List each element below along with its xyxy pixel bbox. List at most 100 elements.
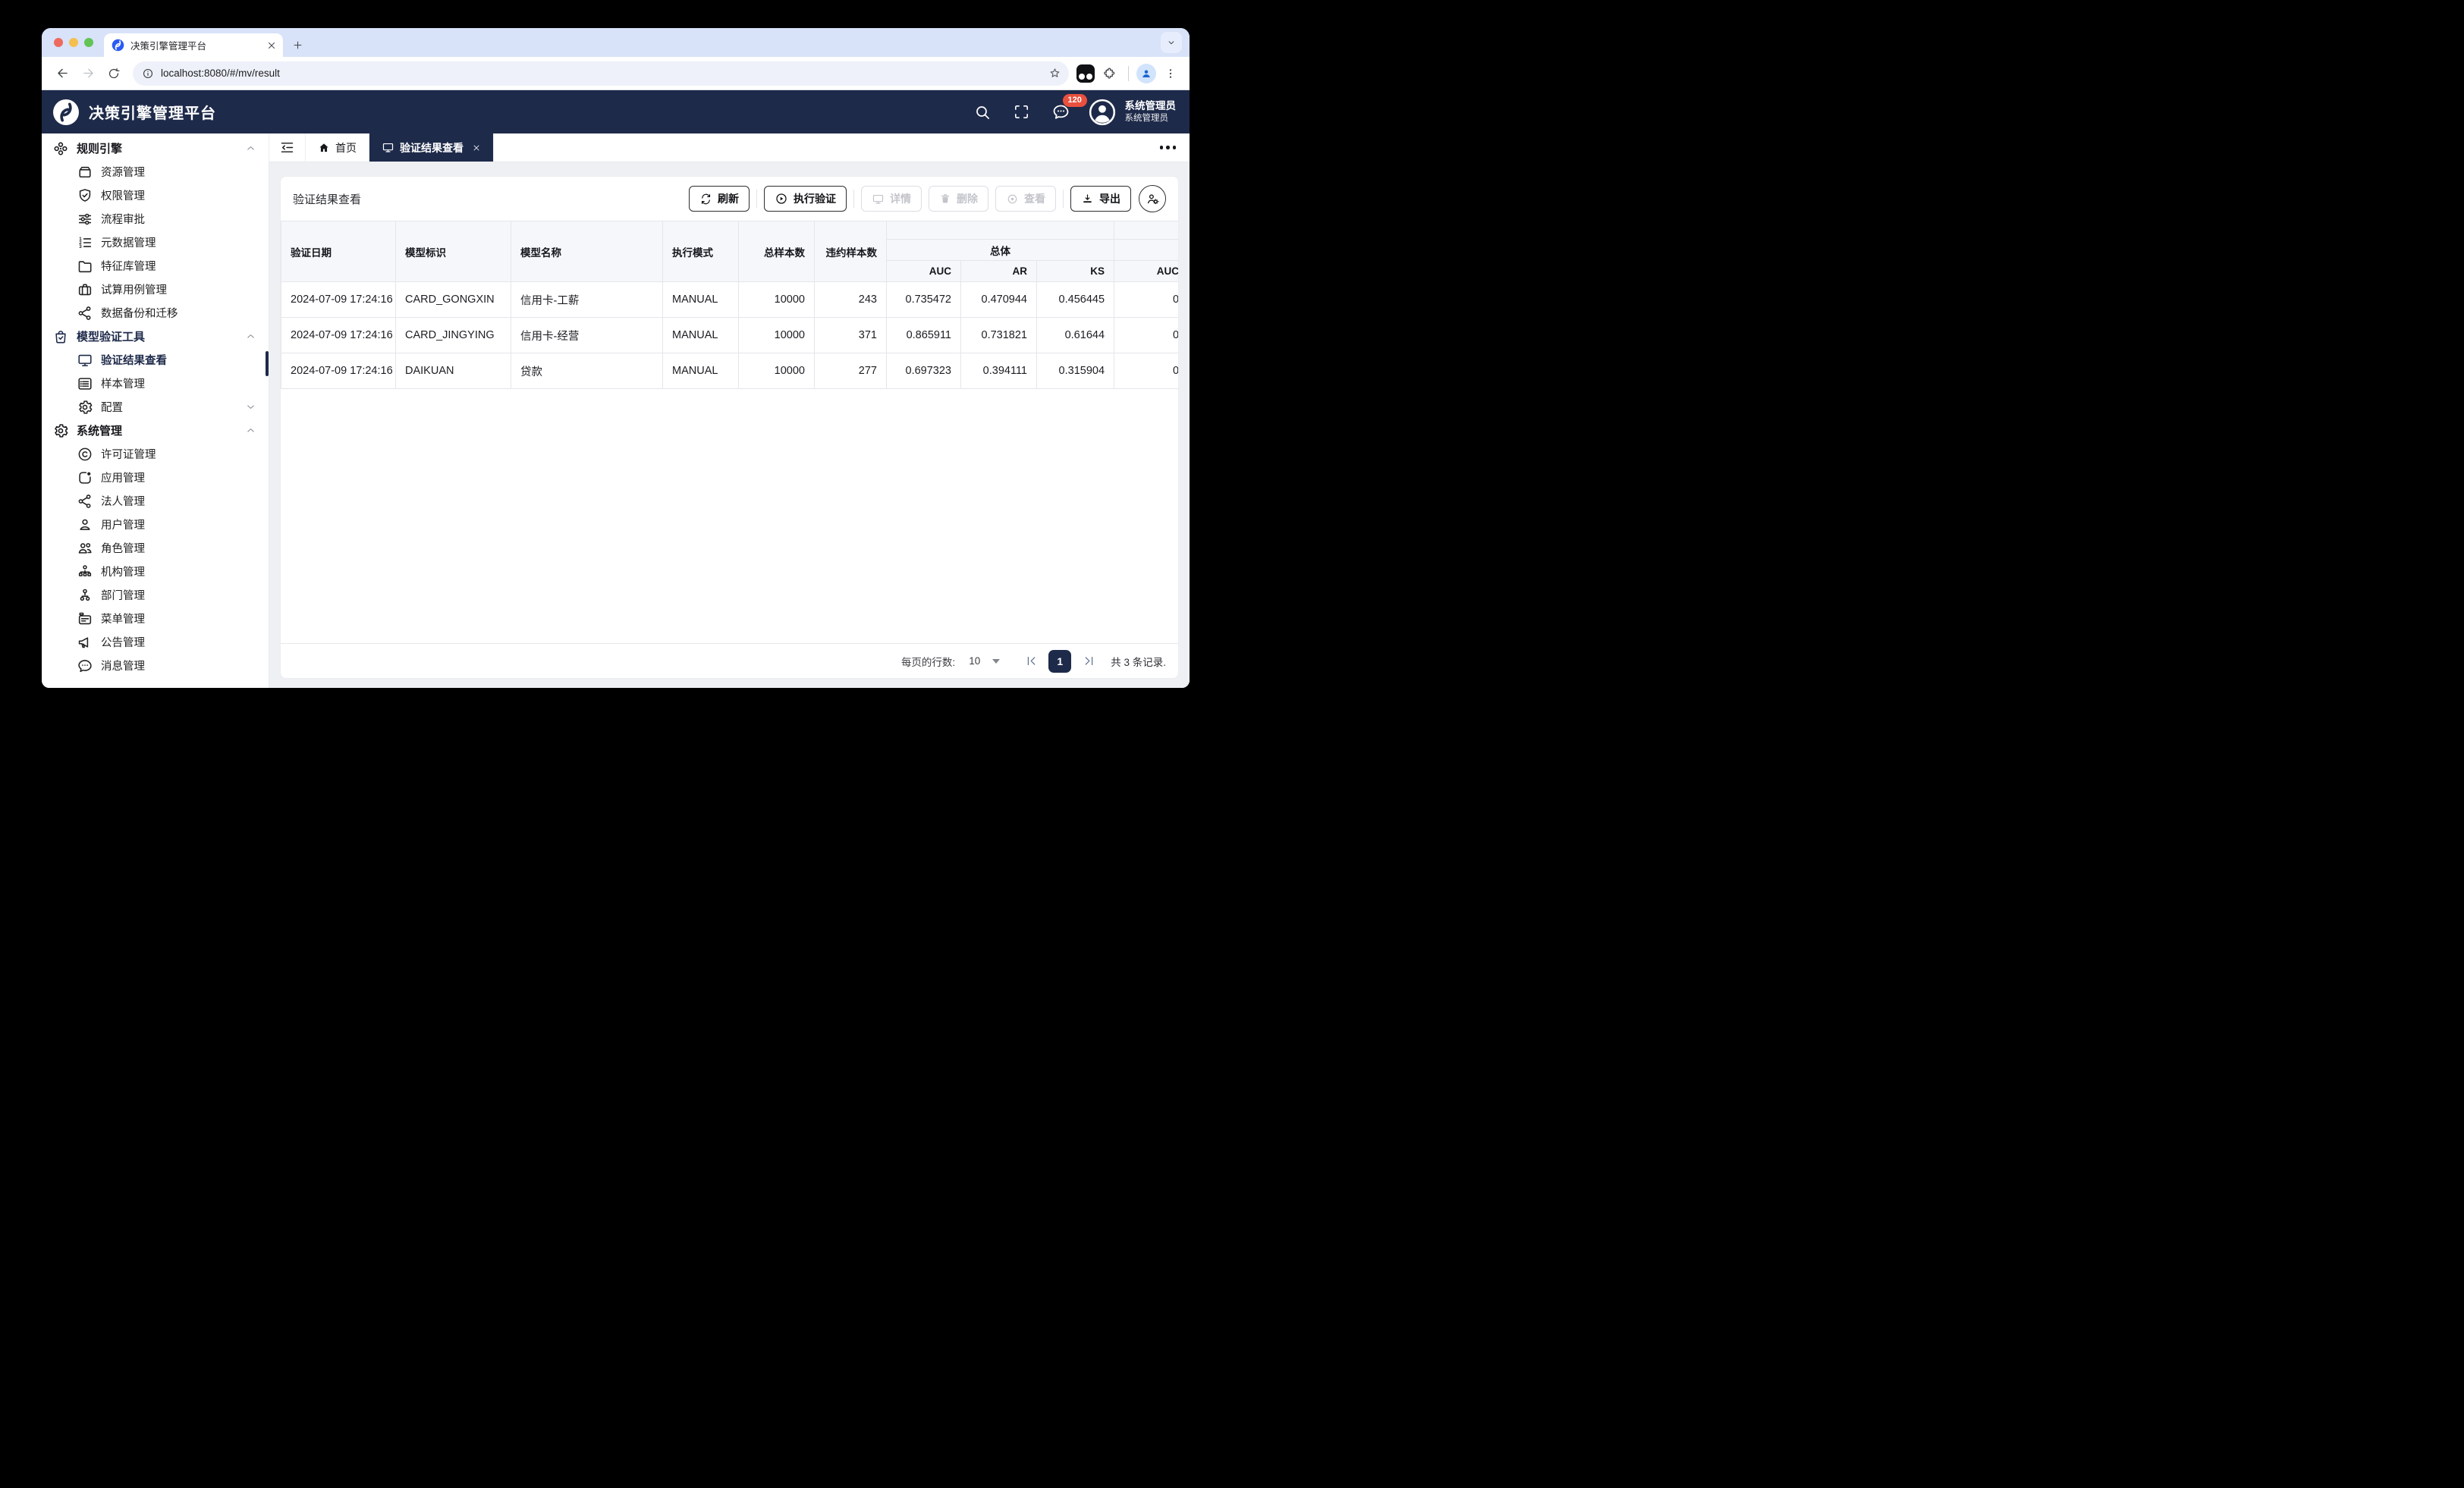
metric-header-ks[interactable]: KS (1036, 260, 1115, 282)
detail-button[interactable]: 详情 (861, 186, 922, 212)
col-header-model-name[interactable]: 模型名称 (511, 221, 663, 282)
total-records-label: 共 3 条记录. (1111, 656, 1166, 668)
sidebar-scrollbar-thumb[interactable] (266, 351, 269, 376)
sliders-icon (78, 213, 92, 224)
col-header-total-samples[interactable]: 总样本数 (738, 221, 815, 282)
metric-header-auc[interactable]: AUC (886, 260, 961, 282)
first-page-button[interactable] (1021, 651, 1041, 671)
menu-card-icon (78, 612, 92, 624)
tab-home[interactable]: 首页 (306, 133, 369, 162)
sidebar-item-announcement-mgmt[interactable]: 公告管理 (42, 630, 269, 654)
cell-default: 277 (814, 353, 887, 389)
delete-button[interactable]: 删除 (929, 186, 988, 212)
fullscreen-button[interactable] (1007, 97, 1037, 127)
plus-icon (294, 41, 301, 49)
last-page-button[interactable] (1079, 651, 1098, 671)
sidebar-item-resource-mgmt[interactable]: 资源管理 (42, 160, 269, 184)
sidebar-group-model-validation[interactable]: 模型验证工具 (42, 325, 269, 348)
sidebar-item-data-backup-migration[interactable]: 数据备份和迁移 (42, 301, 269, 325)
col-header-model-id[interactable]: 模型标识 (395, 221, 511, 282)
sidebar-item-trial-case-mgmt[interactable]: 试算用例管理 (42, 278, 269, 301)
sidebar-item-license-mgmt[interactable]: 许可证管理 (42, 442, 269, 466)
refresh-button[interactable]: 刷新 (689, 186, 750, 212)
chevron-up-icon (247, 334, 254, 338)
tab-close-icon[interactable] (266, 40, 277, 51)
export-button[interactable]: 导出 (1070, 186, 1131, 212)
sidebar-item-validation-results[interactable]: 验证结果查看 (42, 348, 269, 372)
cell-date: 2024-07-09 17:24:16 (281, 353, 396, 389)
browser-profile-avatar[interactable] (1136, 63, 1156, 83)
sidebar-item-org-mgmt[interactable]: 机构管理 (42, 560, 269, 583)
table-row[interactable]: 2024-07-09 17:24:16 DAIKUAN 贷款 MANUAL 10… (281, 353, 1178, 389)
chat-bubble-icon (78, 659, 92, 672)
browser-menu-button[interactable] (1159, 62, 1182, 85)
tab-validation-results[interactable]: 验证结果查看 (369, 133, 494, 162)
forward-button[interactable] (77, 62, 99, 85)
sidebar-item-sample-mgmt[interactable]: 样本管理 (42, 372, 269, 395)
execute-validation-button[interactable]: 执行验证 (764, 186, 847, 212)
sidebar-item-role-mgmt[interactable]: 角色管理 (42, 536, 269, 560)
tab-search-button[interactable] (1161, 32, 1182, 53)
group-label: 系统管理 (77, 425, 123, 438)
briefcase-icon (78, 283, 92, 295)
monitor-icon (382, 143, 394, 152)
button-label: 删除 (957, 193, 978, 205)
extensions-button[interactable] (1098, 62, 1120, 85)
search-button[interactable] (967, 97, 998, 127)
dropdown-arrow-icon[interactable] (992, 658, 1001, 664)
cell-ar: 0.394111 (960, 353, 1037, 389)
tab-close-button[interactable] (472, 143, 481, 152)
current-page-button[interactable]: 1 (1048, 649, 1072, 673)
view-button[interactable]: 查看 (995, 186, 1056, 212)
sidebar-item-dept-mgmt[interactable]: 部门管理 (42, 583, 269, 607)
url-bar[interactable]: localhost:8080/#/mv/result (133, 61, 1069, 86)
item-label: 验证结果查看 (101, 355, 167, 367)
sidebar-item-menu-mgmt[interactable]: 菜单管理 (42, 607, 269, 630)
browser-tab[interactable]: 决策引擎管理平台 (104, 33, 283, 57)
sidebar-item-configuration[interactable]: 配置 (42, 395, 269, 419)
metric-header-ar[interactable]: AR (960, 260, 1037, 282)
rows-per-page-value[interactable]: 10 (969, 655, 980, 667)
sidebar-item-metadata-mgmt[interactable]: 123 元数据管理 (42, 231, 269, 254)
col-header-default-samples[interactable]: 违约样本数 (814, 221, 887, 282)
user-role: 系统管理员 (1124, 113, 1169, 123)
sidebar-item-message-mgmt[interactable]: 消息管理 (42, 654, 269, 677)
column-settings-button[interactable] (1139, 185, 1166, 212)
content-area: 首页 验证结果查看 验证结果查看 刷新 执行验证 详情 删除 查看 导出 验证日… (269, 133, 1190, 688)
table-row[interactable]: 2024-07-09 17:24:16 CARD_GONGXIN 信用卡-工薪 … (281, 281, 1178, 318)
bookmark-star-icon[interactable] (1048, 67, 1061, 80)
minimize-window-button[interactable] (69, 38, 78, 47)
back-button[interactable] (51, 62, 74, 85)
table-row[interactable]: 2024-07-09 17:24:16 CARD_JINGYING 信用卡-经营… (281, 317, 1178, 353)
col-header-date[interactable]: 验证日期 (281, 221, 396, 282)
cell-date: 2024-07-09 17:24:16 (281, 281, 396, 318)
chevron-down-icon (1168, 41, 1174, 45)
sidebar-item-process-approval[interactable]: 流程审批 (42, 207, 269, 231)
sidebar-item-feature-store-mgmt[interactable]: 特征库管理 (42, 254, 269, 278)
cell-total: 10000 (738, 353, 815, 389)
menu-fold-icon (281, 143, 294, 152)
site-info-icon[interactable] (142, 67, 154, 80)
user-avatar[interactable] (1087, 97, 1117, 127)
reload-button[interactable] (102, 62, 125, 85)
messages-button[interactable]: 120 (1046, 93, 1087, 127)
sidebar-item-app-mgmt[interactable]: 应用管理 (42, 466, 269, 489)
sidebar-collapse-button[interactable] (269, 133, 306, 162)
metric-header-auc-2[interactable]: AUC (1114, 260, 1178, 282)
numbered-list-icon: 123 (79, 236, 92, 250)
sidebar-group-system-mgmt[interactable]: 系统管理 (42, 419, 269, 442)
download-icon (1083, 193, 1092, 202)
tabs-more-button[interactable] (1159, 133, 1190, 162)
new-tab-button[interactable] (288, 35, 307, 55)
col-header-exec-mode[interactable]: 执行模式 (662, 221, 739, 282)
user-info[interactable]: 系统管理员 系统管理员 (1125, 100, 1177, 124)
zoom-window-button[interactable] (84, 38, 93, 47)
sidebar-item-user-mgmt[interactable]: 用户管理 (42, 513, 269, 536)
sidebar-group-rule-engine[interactable]: 规则引擎 (42, 137, 269, 160)
item-label: 配置 (101, 402, 123, 414)
ellipsis-icon (1159, 146, 1176, 149)
close-window-button[interactable] (54, 38, 63, 47)
sidebar-item-legal-entity-mgmt[interactable]: 法人管理 (42, 489, 269, 513)
extension-goggles-icon[interactable] (1076, 64, 1095, 83)
sidebar-item-permission-mgmt[interactable]: 权限管理 (42, 184, 269, 207)
